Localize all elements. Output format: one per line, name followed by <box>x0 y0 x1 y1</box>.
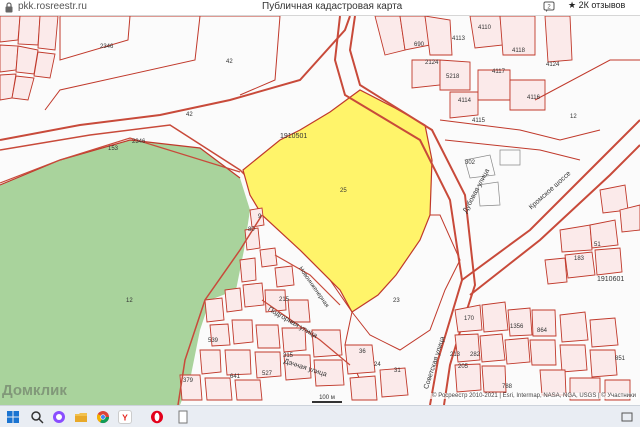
search-icon[interactable] <box>30 410 44 424</box>
scale-bar: 100 м <box>312 395 342 403</box>
parcel-label: 4116 <box>527 95 540 101</box>
yandex-browser-icon[interactable]: Y <box>118 410 132 424</box>
parcel-label: 183 <box>574 256 585 262</box>
quarter-label: 1910601 <box>597 276 625 283</box>
parcel-label: 9 <box>258 214 262 220</box>
parcel-label: 4114 <box>458 98 471 104</box>
parcel-label: 51 <box>594 242 601 248</box>
parcel-label: 5218 <box>446 74 460 80</box>
taskbar: Y <box>0 405 640 427</box>
reviews-button[interactable]: ★ 2К отзывов <box>568 0 625 11</box>
reviews-icon[interactable]: 2 <box>543 1 555 13</box>
parcel-label: 302 <box>465 160 476 166</box>
parcel-label: 80 <box>248 227 255 233</box>
parcel-label: 42 <box>186 112 193 118</box>
parcel-label: 4118 <box>512 48 525 54</box>
parcel-label: 205 <box>458 364 469 370</box>
parcel-label: 282 <box>470 352 481 358</box>
parcel-label: 864 <box>537 328 548 334</box>
quarter-label: 1910501 <box>280 133 308 140</box>
parcel-label: 42 <box>226 59 233 65</box>
parcel-label: 690 <box>414 42 425 48</box>
parcel-label: 213 <box>450 352 461 358</box>
watermark: Домклик <box>2 382 67 399</box>
parcel-label: 12 <box>126 298 133 304</box>
reviews-label: 2К отзывов <box>578 0 626 10</box>
parcel-label: 24 <box>374 362 381 368</box>
alice-icon[interactable] <box>52 410 66 424</box>
parcel-label: 25 <box>340 188 347 194</box>
parcel-label: 379 <box>183 378 194 384</box>
parcel-label: 153 <box>108 146 119 152</box>
map-canvas[interactable] <box>0 16 640 405</box>
parcel-label: 31 <box>394 368 401 374</box>
parcel-label: 641 <box>230 374 241 380</box>
parcel-label: 2346 <box>100 44 114 50</box>
parcel-label: 12 <box>570 114 577 120</box>
parcel-label: 4115 <box>472 118 485 124</box>
parcel-label: 4110 <box>478 25 491 31</box>
parcel-label: 4117 <box>492 69 505 75</box>
parcel-label: 170 <box>464 316 475 322</box>
document-icon[interactable] <box>176 410 190 424</box>
lock-icon <box>5 2 13 13</box>
parcel-label: 2346 <box>132 139 146 145</box>
cadastral-map[interactable]: 2346 42 42 1910501 153 2346 25 12 23 302… <box>0 16 640 405</box>
parcel-label: 851 <box>615 356 626 362</box>
file-explorer-icon[interactable] <box>74 410 88 424</box>
parcel-label: 4124 <box>546 62 560 68</box>
parcel-label: 215 <box>279 297 290 303</box>
chrome-icon[interactable] <box>96 410 110 424</box>
windows-start-icon[interactable] <box>6 410 20 424</box>
page-title: Публичная кадастровая карта <box>262 1 403 12</box>
browser-toolbar: pkk.rosreestr.ru Публичная кадастровая к… <box>0 0 640 16</box>
parcel-label: 539 <box>208 338 219 344</box>
parcel-label: 788 <box>502 384 513 390</box>
address-bar[interactable]: pkk.rosreestr.ru <box>18 1 87 12</box>
parcel-label: 4113 <box>452 36 465 42</box>
map-attribution: © Росреестр 2010-2021 | Esri, Intermap, … <box>430 393 638 399</box>
parcel-label: 1356 <box>510 324 524 330</box>
parcel-label: 23 <box>393 298 400 304</box>
parcel-label: 36 <box>359 349 366 355</box>
opera-icon[interactable] <box>150 410 164 424</box>
svg-text:Y: Y <box>122 412 128 422</box>
parcel-label: 2124 <box>425 60 439 66</box>
tray-icon[interactable] <box>620 410 634 424</box>
parcel-label: 527 <box>262 371 273 377</box>
